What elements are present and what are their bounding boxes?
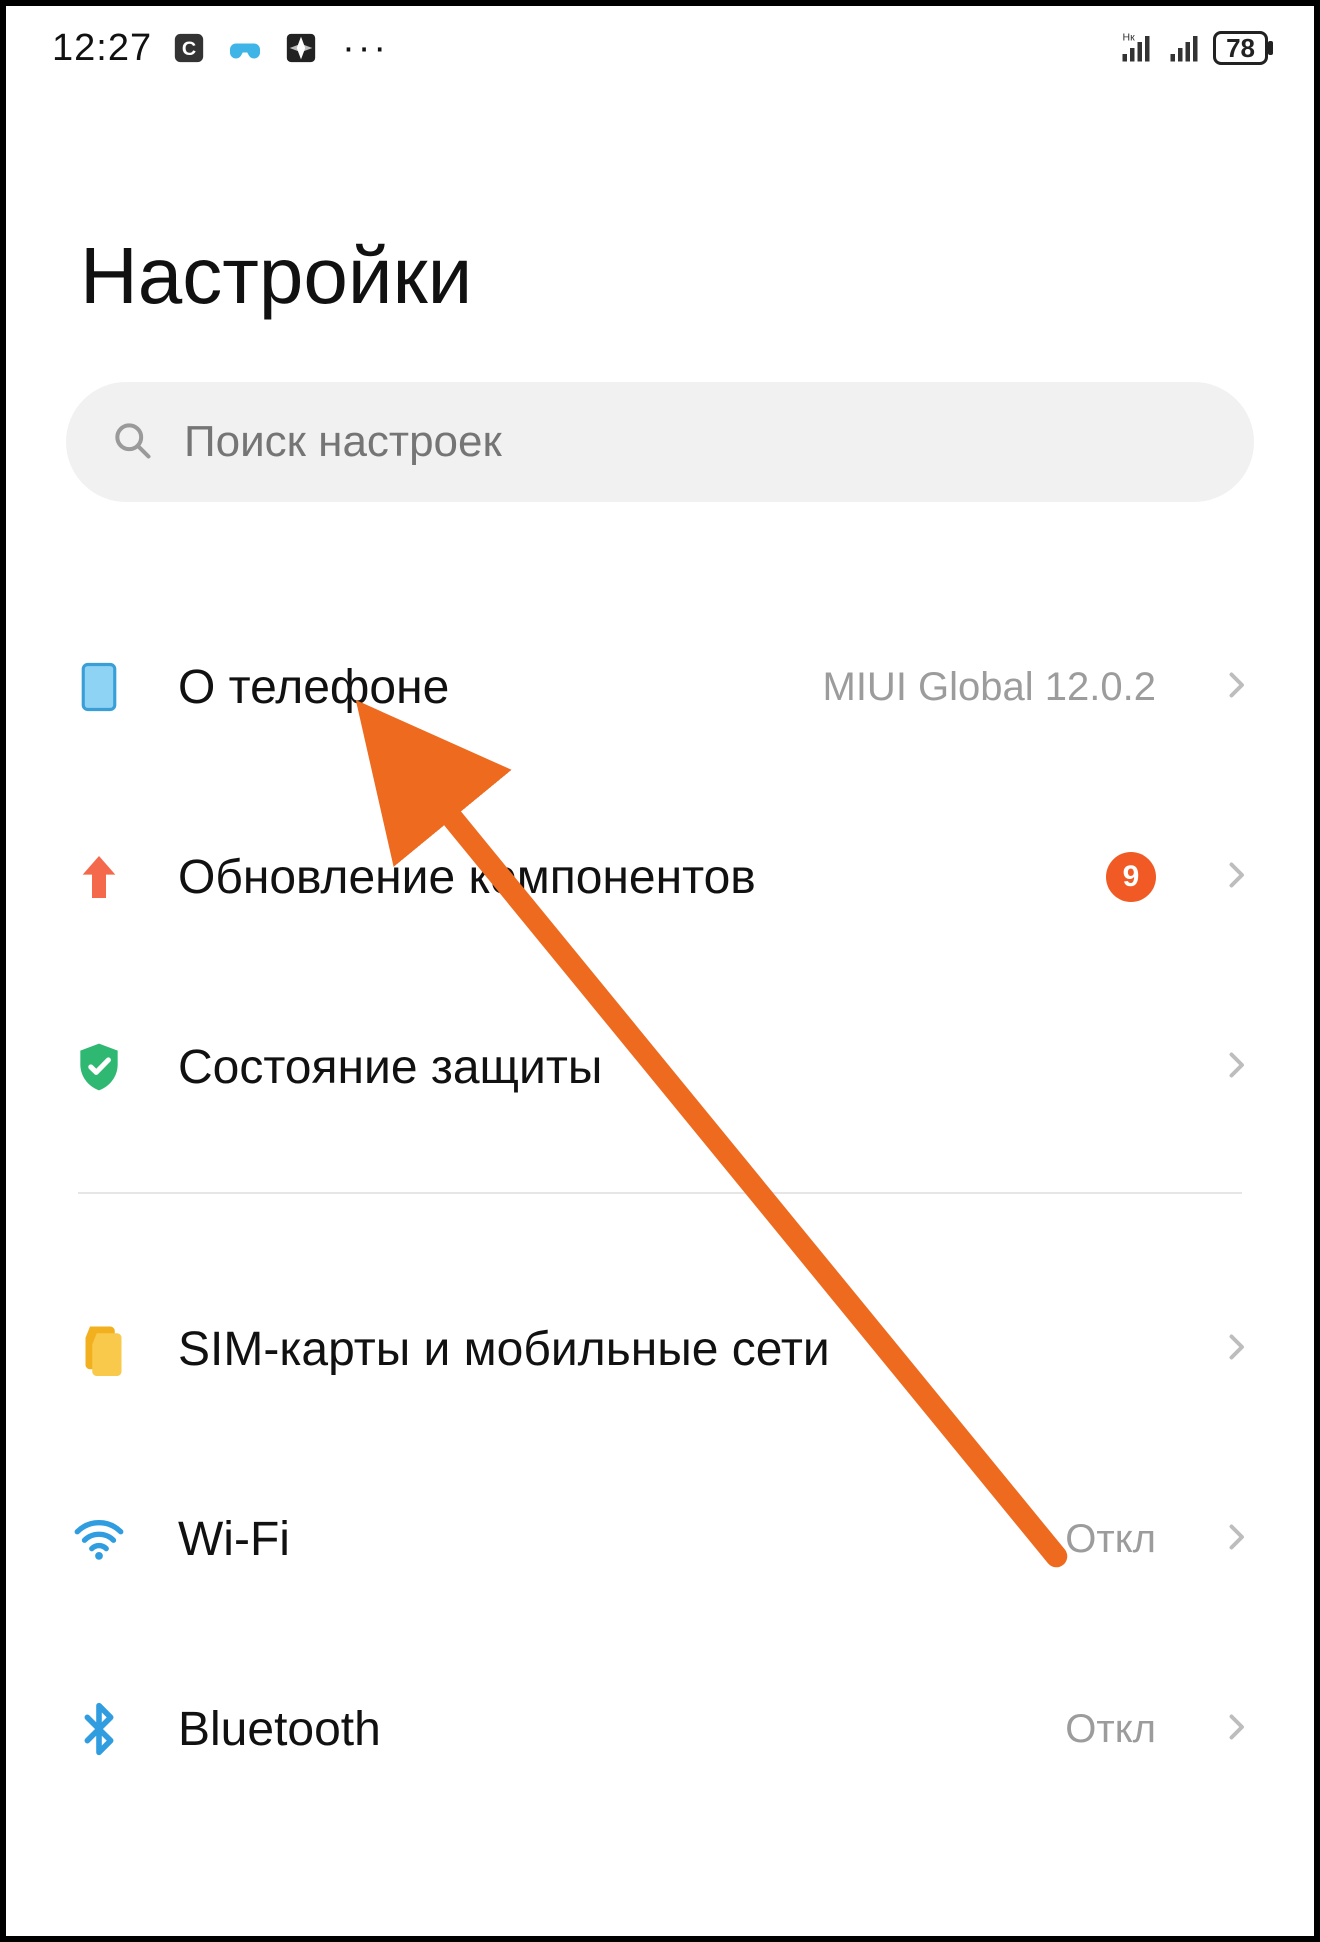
svg-text:C: C	[182, 38, 196, 60]
updates-badge: 9	[1106, 852, 1156, 902]
item-label: Wi-Fi	[178, 1512, 1019, 1567]
item-value: Откл	[1065, 1517, 1156, 1562]
signal-icon-1: Hк	[1117, 29, 1155, 67]
more-icon: ···	[342, 29, 389, 67]
item-label: SIM-карты и мобильные сети	[178, 1322, 1172, 1377]
status-right: Hк 78	[1117, 29, 1268, 67]
sim-card-icon	[66, 1316, 132, 1382]
section-divider	[78, 1192, 1242, 1194]
item-security-status[interactable]: Состояние защиты	[66, 972, 1254, 1162]
search-bar[interactable]	[66, 382, 1254, 502]
item-label: Состояние защиты	[178, 1040, 1172, 1095]
app-icon-1: C	[170, 29, 208, 67]
bluetooth-icon	[66, 1696, 132, 1762]
chevron-right-icon	[1218, 857, 1254, 898]
item-component-updates[interactable]: Обновление компонентов 9	[66, 782, 1254, 972]
item-label: Bluetooth	[178, 1702, 1019, 1757]
chevron-right-icon	[1218, 1519, 1254, 1560]
status-left: 12:27 C ···	[52, 27, 389, 70]
settings-screen: 12:27 C ··· Hк 78 Настройки	[6, 6, 1314, 1936]
chevron-right-icon	[1218, 667, 1254, 708]
item-value: Откл	[1065, 1707, 1156, 1752]
phone-icon	[66, 654, 132, 720]
settings-list: О телефоне MIUI Global 12.0.2 Обновление…	[24, 592, 1296, 1824]
svg-text:Hк: Hк	[1123, 32, 1136, 44]
item-sim-networks[interactable]: SIM-карты и мобильные сети	[66, 1254, 1254, 1444]
item-label: О телефоне	[178, 660, 777, 715]
wifi-icon	[66, 1506, 132, 1572]
item-about-phone[interactable]: О телефоне MIUI Global 12.0.2	[66, 592, 1254, 782]
app-icon-2	[282, 29, 320, 67]
signal-icon-2	[1165, 29, 1203, 67]
update-arrow-icon	[66, 844, 132, 910]
battery-level: 78	[1226, 33, 1255, 64]
chevron-right-icon	[1218, 1047, 1254, 1088]
page-title: Настройки	[80, 230, 1296, 322]
search-icon	[110, 418, 154, 467]
battery-indicator: 78	[1213, 31, 1268, 65]
gamepad-icon	[226, 29, 264, 67]
item-bluetooth[interactable]: Bluetooth Откл	[66, 1634, 1254, 1824]
item-label: Обновление компонентов	[178, 850, 1060, 905]
item-wifi[interactable]: Wi-Fi Откл	[66, 1444, 1254, 1634]
item-value: MIUI Global 12.0.2	[823, 665, 1157, 710]
chevron-right-icon	[1218, 1329, 1254, 1370]
status-clock: 12:27	[52, 27, 152, 70]
shield-icon	[66, 1034, 132, 1100]
search-input[interactable]	[184, 417, 1210, 467]
status-bar: 12:27 C ··· Hк 78	[24, 16, 1296, 80]
chevron-right-icon	[1218, 1709, 1254, 1750]
